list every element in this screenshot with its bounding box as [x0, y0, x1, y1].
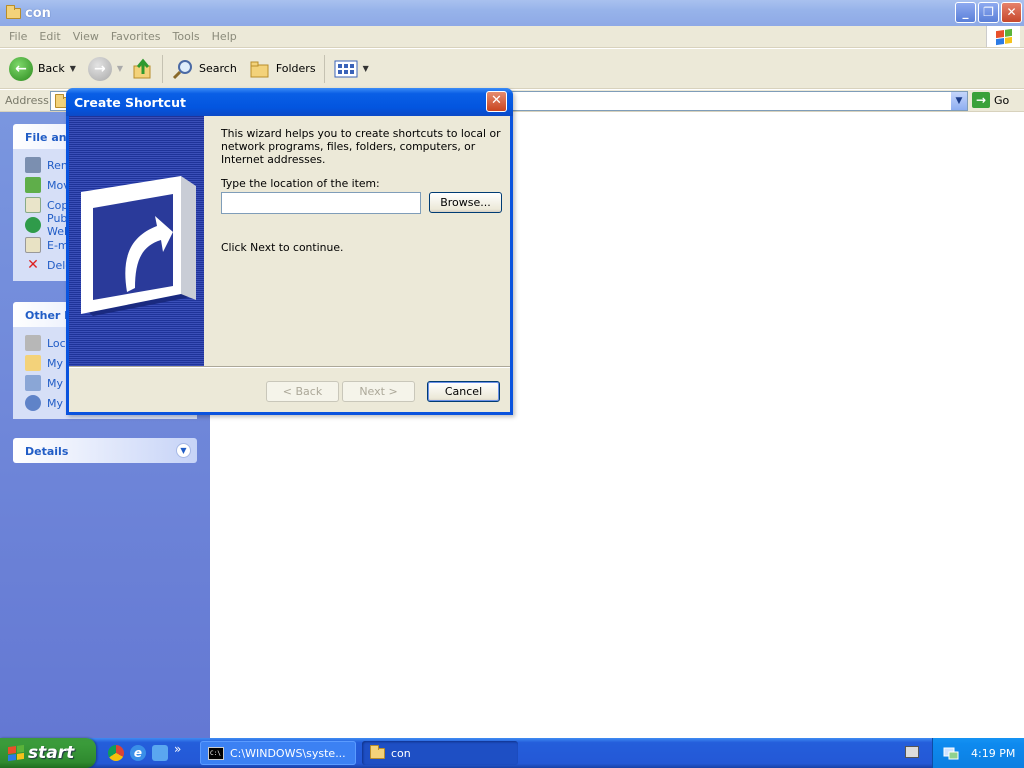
wizard-banner — [69, 116, 204, 366]
windows-flag-icon — [995, 28, 1012, 45]
go-arrow-icon: → — [972, 92, 990, 108]
command-prompt-icon: C:\ — [208, 746, 224, 760]
up-folder-icon — [133, 58, 151, 78]
my-computer-icon — [25, 375, 41, 391]
back-wizard-button[interactable]: < Back — [266, 381, 339, 402]
folder-icon — [6, 4, 21, 19]
taskbar-item-cmd[interactable]: C:\ C:\WINDOWS\syste... — [200, 741, 356, 765]
delete-x-icon: ✕ — [27, 257, 39, 273]
close-button[interactable]: ✕ — [1001, 2, 1022, 23]
wizard-footer: < Back Next > Cancel — [69, 366, 510, 412]
search-icon — [172, 59, 193, 79]
up-folder-button[interactable] — [132, 53, 154, 85]
taskbar: start e » C:\ C:\WINDOWS\syste... con 4:… — [0, 738, 1024, 768]
taskbar-item-con[interactable]: con — [362, 741, 518, 765]
back-dropdown-icon[interactable]: ▼ — [70, 64, 76, 73]
folders-button[interactable]: Folders — [249, 53, 316, 85]
forward-dropdown-icon[interactable]: ▼ — [117, 64, 123, 73]
quick-launch: e » — [108, 742, 181, 761]
menu-tools[interactable]: Tools — [167, 30, 206, 43]
dialog-titlebar[interactable]: Create Shortcut — [66, 88, 513, 116]
forward-arrow-icon: → — [87, 56, 112, 81]
go-label: Go — [994, 93, 1010, 107]
dialog-close-button[interactable]: ✕ — [486, 91, 507, 112]
windows-logo — [986, 26, 1020, 47]
wizard-intro-text: This wizard helps you to create shortcut… — [221, 127, 501, 166]
network-tray-icon[interactable] — [943, 745, 959, 761]
menu-edit[interactable]: Edit — [33, 30, 66, 43]
wizard-body: This wizard helps you to create shortcut… — [204, 116, 510, 366]
start-button[interactable]: start — [0, 738, 96, 768]
ie-shortcut-icon[interactable] — [152, 745, 168, 761]
back-arrow-icon: ← — [9, 56, 33, 81]
network-places-icon — [25, 395, 41, 411]
menu-favorites[interactable]: Favorites — [105, 30, 167, 43]
chrome-icon[interactable] — [108, 745, 124, 761]
cancel-button[interactable]: Cancel — [427, 381, 500, 402]
menu-file[interactable]: File — [3, 30, 33, 43]
location-label: Type the location of the item: — [221, 177, 380, 190]
search-label: Search — [199, 62, 237, 75]
menu-help[interactable]: Help — [206, 30, 243, 43]
globe-icon — [25, 217, 41, 233]
toolbar-separator — [323, 54, 325, 83]
views-dropdown-icon[interactable]: ▼ — [363, 64, 369, 73]
forward-button[interactable]: → ▼ — [87, 53, 123, 85]
toolbar: ← Back ▼ → ▼ Search Folders ▼ — [0, 49, 1024, 89]
start-flag-icon — [8, 744, 24, 762]
folder-icon — [370, 744, 385, 759]
folders-label: Folders — [275, 62, 316, 75]
minimize-button[interactable]: _ — [955, 2, 976, 23]
task-label: C:\WINDOWS\syste... — [230, 746, 346, 760]
copy-icon — [25, 197, 41, 213]
window-title: con — [25, 5, 51, 21]
views-icon — [334, 60, 358, 77]
quick-launch-more-icon[interactable]: » — [174, 742, 181, 756]
task-label: con — [391, 746, 411, 760]
move-icon — [25, 177, 41, 193]
location-input[interactable] — [221, 192, 421, 214]
views-button[interactable]: ▼ — [334, 53, 369, 85]
folders-icon — [250, 61, 269, 77]
menu-bar: File Edit View Favorites Tools Help — [0, 26, 1024, 48]
email-icon — [25, 237, 41, 253]
details-panel: Details ▼ — [13, 438, 197, 463]
toolbar-separator — [162, 54, 164, 83]
browse-button[interactable]: Browse... — [429, 192, 502, 213]
keyboard-icon[interactable] — [905, 746, 919, 758]
start-label: start — [28, 743, 75, 763]
menu-view[interactable]: View — [67, 30, 105, 43]
search-button[interactable]: Search — [172, 53, 237, 85]
next-wizard-button[interactable]: Next > — [342, 381, 415, 402]
expand-chevron-icon[interactable]: ▼ — [176, 443, 191, 458]
rename-icon — [25, 157, 41, 173]
back-label: Back — [38, 62, 65, 75]
address-dropdown-button[interactable]: ▼ — [950, 92, 967, 110]
shortcut-arrow-icon — [81, 176, 196, 316]
continue-instruction: Click Next to continue. — [221, 241, 344, 254]
system-tray: 4:19 PM — [932, 738, 1024, 768]
back-button[interactable]: ← Back ▼ — [9, 53, 76, 85]
drive-icon — [25, 335, 41, 351]
dialog-title: Create Shortcut — [74, 94, 186, 110]
details-header[interactable]: Details ▼ — [13, 438, 197, 463]
maximize-button[interactable]: ❐ — [978, 2, 999, 23]
internet-explorer-icon[interactable]: e — [130, 745, 146, 761]
window-titlebar: con _ ❐ ✕ — [0, 0, 1024, 26]
address-label: Address — [5, 94, 49, 107]
details-title: Details — [25, 445, 69, 458]
create-shortcut-dialog: Create Shortcut ✕ This wizard helps you … — [66, 88, 513, 415]
my-documents-icon — [25, 355, 41, 371]
go-button[interactable]: → Go — [972, 92, 1009, 108]
clock[interactable]: 4:19 PM — [971, 747, 1015, 760]
